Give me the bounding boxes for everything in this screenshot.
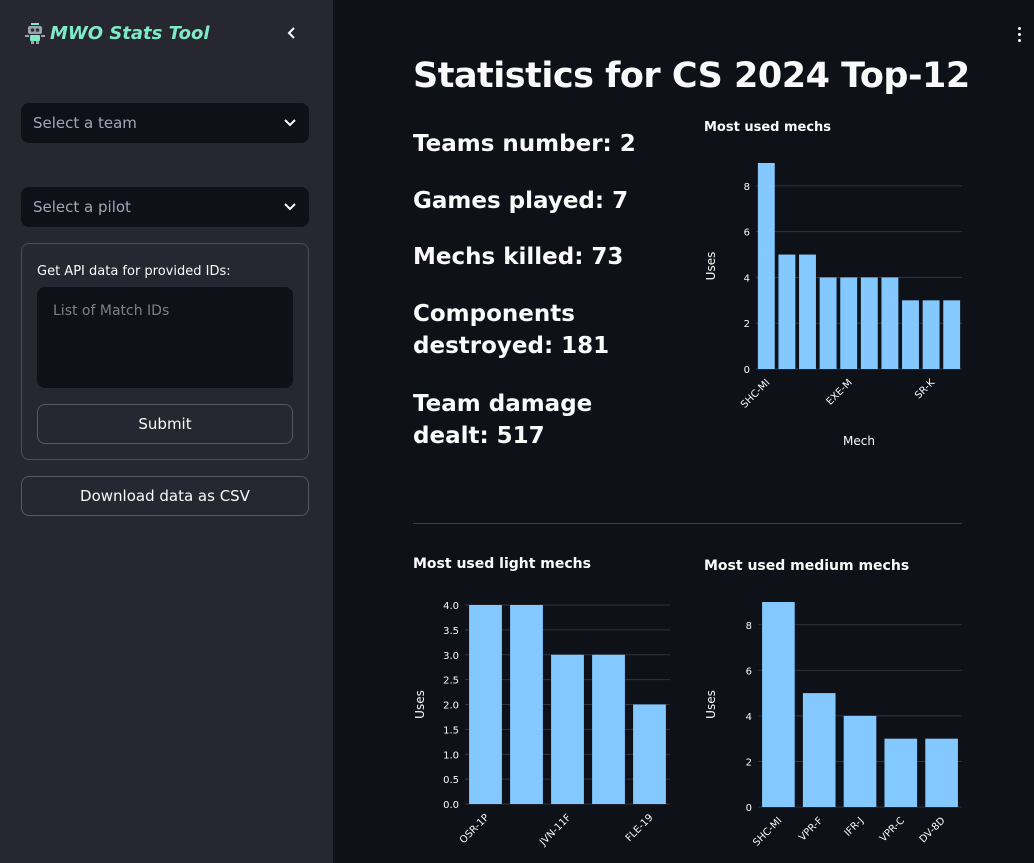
bar — [881, 277, 899, 369]
y-tick-label: 4 — [744, 273, 750, 284]
y-tick-label: 1.0 — [443, 750, 459, 761]
bar — [860, 277, 878, 369]
chart-most-used-mechs: 0 2 4 6 8 SHC-MI EXE-M SR-K Uses Mech — [704, 163, 962, 448]
chevron-down-icon — [284, 119, 296, 127]
stat-games-played: Games played: 7 — [413, 188, 629, 214]
divider — [413, 523, 962, 524]
x-tick-label: VPR-C — [878, 815, 907, 844]
sidebar: MWO Stats Tool Select a team Select a pi… — [0, 0, 333, 863]
y-tick-label: 2.0 — [443, 701, 459, 712]
x-tick-label: IFR-J — [843, 815, 867, 839]
y-tick-label: 0 — [746, 803, 752, 814]
y-tick-label: 2 — [744, 319, 750, 330]
x-tick-label: FLE-19 — [624, 812, 656, 844]
y-tick-label: 3.0 — [443, 651, 459, 662]
stat-mechs-killed: Mechs killed: 73 — [413, 244, 624, 270]
y-tick-label: 4.0 — [443, 601, 459, 612]
chart-title-medium-mechs: Most used medium mechs — [704, 558, 910, 574]
x-tick-label: DV-8D — [918, 815, 948, 845]
bar — [902, 300, 919, 369]
stat-team-damage: Team damage dealt: 517 — [413, 391, 593, 449]
y-tick-label: 0 — [744, 365, 750, 376]
x-tick-label: SHC-MI — [739, 377, 772, 410]
x-tick-label: SHC-MI — [751, 815, 784, 848]
y-tick-label: 8 — [744, 182, 750, 193]
chart-light-mechs: 0.0 0.5 1.0 1.5 2.0 2.5 3.0 3.5 4.0 OSR-1P JVN-11F… — [413, 601, 670, 849]
y-tick-label: 6 — [744, 228, 750, 239]
api-form: Get API data for provided IDs: Submit — [21, 243, 309, 460]
submit-button[interactable]: Submit — [37, 404, 293, 444]
x-tick-label: JVN-11F — [537, 812, 573, 848]
y-axis-label: Uses — [413, 690, 427, 719]
pilot-select[interactable]: Select a pilot — [21, 187, 309, 227]
y-tick-label: 3.5 — [443, 626, 459, 637]
y-tick-label: 8 — [746, 621, 752, 632]
bar — [757, 163, 775, 369]
chevron-left-icon — [287, 27, 295, 39]
main-menu-button[interactable] — [1012, 24, 1026, 44]
x-tick-label: VPR-F — [797, 815, 825, 843]
bar — [469, 605, 502, 804]
match-ids-textarea[interactable] — [37, 287, 293, 388]
bar — [799, 254, 816, 369]
app-logo: MWO Stats Tool — [24, 22, 210, 44]
y-tick-label: 0.0 — [443, 800, 459, 811]
y-tick-label: 4 — [746, 712, 752, 723]
bar — [843, 715, 877, 807]
bar — [778, 254, 796, 369]
y-tick-label: 0.5 — [443, 775, 459, 786]
page-title: Statistics for CS 2024 Top-12 — [413, 56, 970, 96]
bar — [884, 738, 918, 807]
x-tick-label: SR-K — [913, 377, 937, 401]
bar — [943, 300, 961, 369]
y-axis-label: Uses — [704, 690, 718, 719]
y-tick-label: 2.5 — [443, 676, 459, 687]
bar — [922, 300, 940, 369]
x-axis-label: Mech — [843, 434, 875, 448]
y-tick-label: 1.5 — [443, 725, 459, 736]
api-form-label: Get API data for provided IDs: — [37, 264, 231, 279]
bar — [925, 738, 958, 807]
stat-components-destroyed: Components destroyed: 181 — [413, 301, 610, 359]
bar — [802, 693, 836, 807]
bar — [592, 654, 625, 804]
more-vertical-icon — [1017, 26, 1021, 30]
chart-title-most-used-mechs: Most used mechs — [704, 120, 832, 135]
x-tick-label: OSR-1P — [458, 812, 492, 846]
app-title: MWO Stats Tool — [50, 22, 210, 44]
bar — [762, 602, 795, 807]
y-tick-label: 6 — [746, 666, 752, 677]
x-tick-label: EXE-M — [825, 377, 855, 407]
bar — [633, 704, 666, 804]
robot-icon — [25, 23, 45, 44]
collapse-sidebar-button[interactable] — [283, 24, 301, 46]
bar — [510, 605, 543, 804]
bar — [840, 277, 858, 369]
chart-medium-mechs: 0 2 4 6 8 SHC-MI VPR-F IFR-J VPR-C DV-8D Uses — [704, 602, 962, 849]
y-tick-label: 2 — [746, 757, 752, 768]
y-axis-label: Uses — [704, 252, 718, 281]
bar — [819, 277, 837, 369]
download-csv-button[interactable]: Download data as CSV — [21, 476, 309, 516]
bar — [551, 654, 584, 804]
stat-teams-number: Teams number: 2 — [413, 131, 636, 157]
team-select-placeholder: Select a team — [33, 114, 137, 132]
team-select[interactable]: Select a team — [21, 103, 309, 143]
chart-title-light-mechs: Most used light mechs — [413, 556, 591, 572]
chevron-down-icon — [284, 203, 296, 211]
pilot-select-placeholder: Select a pilot — [33, 198, 131, 216]
